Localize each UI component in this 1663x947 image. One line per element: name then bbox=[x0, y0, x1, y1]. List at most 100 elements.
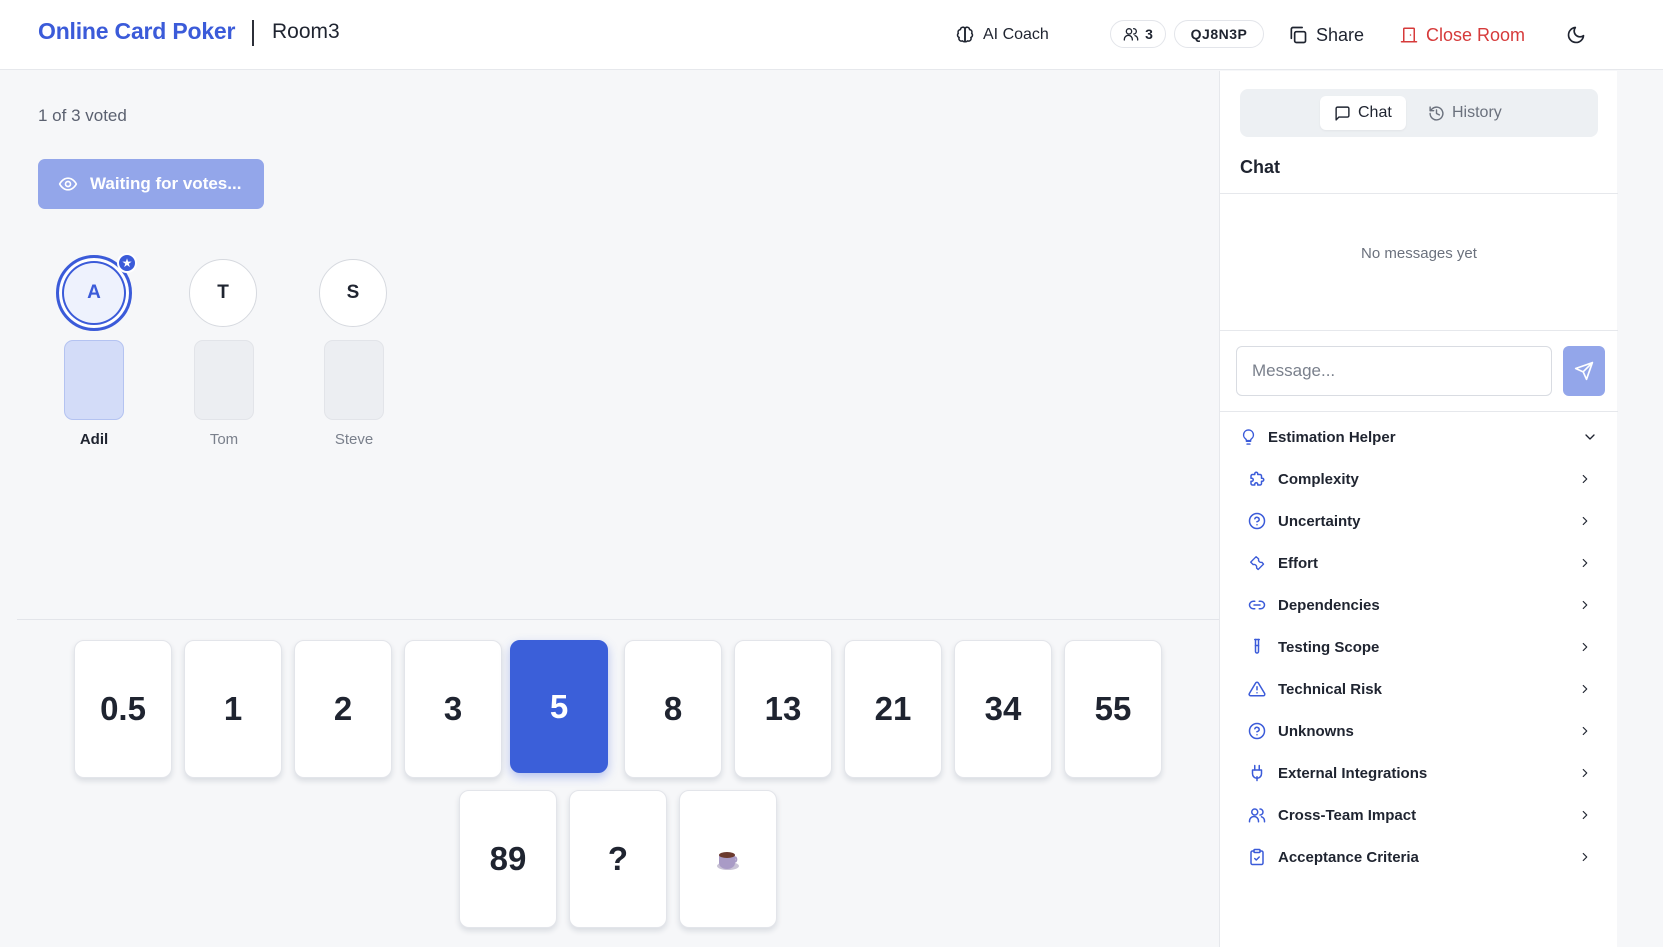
close-room-label: Close Room bbox=[1426, 24, 1526, 45]
share-label: Share bbox=[1316, 24, 1365, 45]
estimate-card-selected[interactable]: 5 bbox=[510, 640, 608, 773]
helper-item-complexity[interactable]: Complexity bbox=[1248, 459, 1600, 499]
helper-item-uncertainty[interactable]: Uncertainty bbox=[1248, 501, 1600, 541]
player-name: Adil bbox=[79, 431, 109, 448]
helper-item-label: Uncertainty bbox=[1278, 512, 1361, 530]
divider bbox=[1220, 193, 1618, 194]
tab-history[interactable]: History bbox=[1414, 96, 1516, 130]
vote-card-slot bbox=[64, 340, 124, 420]
estimate-card[interactable]: 55 bbox=[1064, 640, 1162, 778]
helper-item-testing-scope[interactable]: Testing Scope bbox=[1248, 627, 1600, 667]
question-circle-icon bbox=[1248, 722, 1266, 740]
tab-history-label: History bbox=[1452, 104, 1502, 121]
chevron-right-icon bbox=[1578, 808, 1592, 822]
chevron-right-icon bbox=[1578, 598, 1592, 612]
theme-toggle-button[interactable] bbox=[1566, 0, 1586, 70]
brain-icon bbox=[955, 25, 975, 45]
host-star-icon: ★ bbox=[117, 253, 137, 273]
chevron-right-icon bbox=[1578, 472, 1592, 486]
chevron-right-icon bbox=[1578, 556, 1592, 570]
puzzle-icon bbox=[1248, 470, 1266, 488]
close-room-button[interactable]: Close Room bbox=[1400, 0, 1525, 70]
chevron-right-icon bbox=[1578, 724, 1592, 738]
helper-item-technical-risk[interactable]: Technical Risk bbox=[1248, 669, 1600, 709]
helper-item-unknowns[interactable]: Unknowns bbox=[1248, 711, 1600, 751]
helper-item-label: Unknowns bbox=[1278, 722, 1354, 740]
helper-item-effort[interactable]: Effort bbox=[1248, 543, 1600, 583]
message-square-icon bbox=[1334, 105, 1351, 122]
estimate-card[interactable]: 0.5 bbox=[74, 640, 172, 778]
estimate-card[interactable]: 2 bbox=[294, 640, 392, 778]
send-button[interactable] bbox=[1563, 346, 1605, 396]
door-icon bbox=[1400, 25, 1418, 45]
moon-icon bbox=[1566, 25, 1586, 45]
share-button[interactable]: Share bbox=[1288, 0, 1364, 70]
helper-item-acceptance-criteria[interactable]: Acceptance Criteria bbox=[1248, 837, 1600, 877]
warning-triangle-icon bbox=[1248, 680, 1266, 698]
chevron-right-icon bbox=[1578, 640, 1592, 654]
estimate-card[interactable]: 21 bbox=[844, 640, 942, 778]
room-name: Room3 bbox=[272, 20, 340, 43]
estimate-card[interactable]: 13 bbox=[734, 640, 832, 778]
coffee-icon bbox=[714, 846, 742, 872]
plug-icon bbox=[1248, 764, 1266, 782]
history-icon bbox=[1428, 105, 1445, 122]
send-icon bbox=[1574, 361, 1594, 381]
tab-chat[interactable]: Chat bbox=[1320, 96, 1406, 130]
divider bbox=[1220, 330, 1618, 331]
lightbulb-icon bbox=[1240, 428, 1257, 446]
helper-item-dependencies[interactable]: Dependencies bbox=[1248, 585, 1600, 625]
chevron-down-icon bbox=[1582, 429, 1598, 445]
divider bbox=[1220, 411, 1618, 412]
helper-item-label: External Integrations bbox=[1278, 764, 1428, 782]
ai-coach-button[interactable]: AI Coach bbox=[955, 0, 1049, 70]
question-circle-icon bbox=[1248, 512, 1266, 530]
test-tube-icon bbox=[1248, 638, 1266, 656]
chevron-right-icon bbox=[1578, 682, 1592, 696]
vote-status: 1 of 3 voted bbox=[38, 106, 127, 125]
chevron-right-icon bbox=[1578, 514, 1592, 528]
estimate-card[interactable]: 89 bbox=[459, 790, 557, 928]
helper-item-label: Complexity bbox=[1278, 470, 1359, 488]
estimate-card[interactable]: ? bbox=[569, 790, 667, 928]
participants-badge[interactable]: 3 bbox=[1110, 20, 1166, 48]
reveal-votes-label: Waiting for votes... bbox=[90, 174, 242, 193]
chevron-right-icon bbox=[1578, 850, 1592, 864]
estimate-card[interactable]: 3 bbox=[404, 640, 502, 778]
helper-item-cross-team-impact[interactable]: Cross-Team Impact bbox=[1248, 795, 1600, 835]
helper-item-external-integrations[interactable]: External Integrations bbox=[1248, 753, 1600, 793]
wrench-icon bbox=[1248, 554, 1266, 572]
ai-coach-label: AI Coach bbox=[983, 26, 1049, 43]
helper-item-label: Acceptance Criteria bbox=[1278, 848, 1419, 866]
users-icon bbox=[1123, 26, 1139, 42]
brand-logo-text[interactable]: Online Card Poker bbox=[38, 18, 235, 45]
cards-divider bbox=[17, 619, 1219, 620]
reveal-votes-button[interactable]: Waiting for votes... bbox=[38, 159, 264, 209]
top-header: Online Card Poker Room3 AI Coach 3 QJ8N3… bbox=[0, 0, 1663, 70]
player-name: Steve bbox=[334, 431, 374, 448]
estimate-card[interactable]: 1 bbox=[184, 640, 282, 778]
no-messages-text: No messages yet bbox=[1361, 245, 1477, 262]
chevron-right-icon bbox=[1578, 766, 1592, 780]
vote-card-slot bbox=[194, 340, 254, 420]
tab-chat-label: Chat bbox=[1358, 104, 1392, 121]
estimation-helper-toggle[interactable]: Estimation Helper bbox=[1240, 416, 1600, 458]
link-icon bbox=[1248, 596, 1266, 614]
message-input[interactable] bbox=[1236, 346, 1552, 396]
avatar: S bbox=[319, 259, 387, 327]
vote-card-slot bbox=[324, 340, 384, 420]
estimate-card[interactable]: 34 bbox=[954, 640, 1052, 778]
sidebar-tabs: Chat History bbox=[1240, 89, 1598, 137]
coffee-break-card[interactable] bbox=[679, 790, 777, 928]
copy-icon bbox=[1288, 25, 1308, 45]
users-icon bbox=[1248, 806, 1266, 824]
helper-item-label: Testing Scope bbox=[1278, 638, 1380, 656]
estimate-card[interactable]: 8 bbox=[624, 640, 722, 778]
header-separator bbox=[252, 20, 254, 46]
clipboard-check-icon bbox=[1248, 848, 1266, 866]
player-name: Tom bbox=[209, 431, 239, 448]
helper-item-label: Technical Risk bbox=[1278, 680, 1382, 698]
avatar: T bbox=[189, 259, 257, 327]
room-code-badge[interactable]: QJ8N3P bbox=[1174, 20, 1264, 48]
participant-count: 3 bbox=[1145, 26, 1153, 42]
